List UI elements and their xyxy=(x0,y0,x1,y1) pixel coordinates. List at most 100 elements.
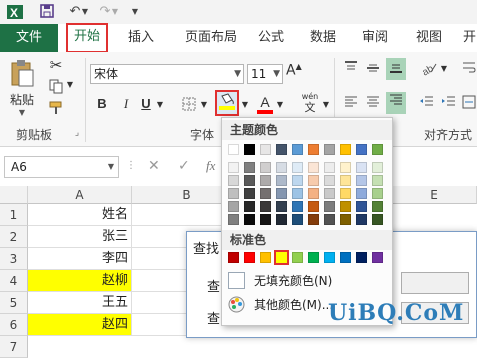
theme-color-swatch[interactable] xyxy=(276,144,287,155)
theme-color-shade-swatch[interactable] xyxy=(324,214,335,225)
theme-color-shade-swatch[interactable] xyxy=(276,201,287,212)
underline-button[interactable]: U xyxy=(138,96,154,116)
theme-color-shade-swatch[interactable] xyxy=(324,175,335,186)
merge-center-button[interactable] xyxy=(460,94,477,114)
theme-color-shade-swatch[interactable] xyxy=(292,175,303,186)
font-name-combo[interactable]: 宋体 ▼ xyxy=(90,64,244,84)
tab-formulas[interactable]: 公式 xyxy=(256,24,286,52)
theme-color-swatch[interactable] xyxy=(308,144,319,155)
theme-color-shade-swatch[interactable] xyxy=(292,162,303,173)
row-header[interactable]: 2 xyxy=(0,226,28,248)
cell-a1[interactable]: 姓名 xyxy=(28,204,132,226)
theme-color-shade-swatch[interactable] xyxy=(244,162,255,173)
theme-color-shade-swatch[interactable] xyxy=(356,162,367,173)
standard-color-swatch[interactable] xyxy=(324,252,335,263)
theme-color-shade-swatch[interactable] xyxy=(308,175,319,186)
theme-color-shade-swatch[interactable] xyxy=(228,175,239,186)
copy-icon[interactable] xyxy=(46,78,66,98)
theme-color-swatch[interactable] xyxy=(244,144,255,155)
save-icon[interactable] xyxy=(38,3,56,21)
standard-color-swatch[interactable] xyxy=(372,252,383,263)
paste-button[interactable]: 粘贴 ▼ xyxy=(6,58,38,118)
theme-color-shade-swatch[interactable] xyxy=(244,214,255,225)
theme-color-shade-swatch[interactable] xyxy=(324,162,335,173)
theme-color-shade-swatch[interactable] xyxy=(340,214,351,225)
tab-page-layout[interactable]: 页面布局 xyxy=(178,24,244,52)
theme-color-shade-swatch[interactable] xyxy=(340,201,351,212)
paste-dropdown-icon[interactable]: ▼ xyxy=(6,108,38,117)
chevron-down-icon[interactable]: ▼ xyxy=(108,157,114,177)
theme-color-shade-swatch[interactable] xyxy=(260,214,271,225)
theme-color-shade-swatch[interactable] xyxy=(260,175,271,186)
no-fill-menu-item[interactable]: 无填充颜色(N) xyxy=(224,270,390,292)
theme-color-swatch[interactable] xyxy=(228,144,239,155)
cell-a2[interactable]: 张三 xyxy=(28,226,132,248)
orientation-button[interactable]: ab xyxy=(418,60,440,80)
cut-icon[interactable]: ✂ xyxy=(46,56,66,76)
row-header[interactable]: 1 xyxy=(0,204,28,226)
theme-color-shade-swatch[interactable] xyxy=(276,188,287,199)
tab-view[interactable]: 视图 xyxy=(414,24,444,52)
column-header-a[interactable]: A xyxy=(28,186,132,204)
theme-color-shade-swatch[interactable] xyxy=(308,201,319,212)
dialog-button[interactable] xyxy=(401,272,469,294)
theme-color-shade-swatch[interactable] xyxy=(260,188,271,199)
standard-color-swatch-selected[interactable] xyxy=(274,250,289,265)
tab-review[interactable]: 审阅 xyxy=(360,24,390,52)
chevron-down-icon[interactable]: ▼ xyxy=(234,65,241,83)
theme-color-shade-swatch[interactable] xyxy=(308,162,319,173)
theme-color-shade-swatch[interactable] xyxy=(340,162,351,173)
theme-color-shade-swatch[interactable] xyxy=(244,201,255,212)
phonetic-guide-button[interactable]: wén 文 xyxy=(298,92,322,116)
wrap-text-button[interactable] xyxy=(460,60,477,80)
theme-color-shade-swatch[interactable] xyxy=(372,162,383,173)
tab-file[interactable]: 文件 xyxy=(0,24,58,52)
theme-color-shade-swatch[interactable] xyxy=(356,188,367,199)
top-align-button[interactable] xyxy=(342,60,360,80)
theme-color-swatch[interactable] xyxy=(340,144,351,155)
standard-color-swatch[interactable] xyxy=(228,252,239,263)
theme-color-swatch[interactable] xyxy=(260,144,271,155)
theme-color-shade-swatch[interactable] xyxy=(292,188,303,199)
standard-color-swatch[interactable] xyxy=(308,252,319,263)
italic-button[interactable]: I xyxy=(118,96,134,116)
decrease-indent-button[interactable] xyxy=(418,94,436,114)
theme-color-shade-swatch[interactable] xyxy=(260,201,271,212)
theme-color-shade-swatch[interactable] xyxy=(292,201,303,212)
redo-dropdown-icon[interactable]: ▼ xyxy=(110,3,120,21)
column-header-e[interactable]: E xyxy=(392,186,477,204)
theme-color-shade-swatch[interactable] xyxy=(356,214,367,225)
font-color-button[interactable]: A xyxy=(256,94,274,116)
format-painter-icon[interactable] xyxy=(46,100,66,120)
increase-font-size-button[interactable]: A▲ xyxy=(286,62,302,82)
theme-color-swatch[interactable] xyxy=(372,144,383,155)
increase-indent-button[interactable] xyxy=(440,94,458,114)
tab-insert[interactable]: 插入 xyxy=(124,24,158,52)
row-header[interactable]: 3 xyxy=(0,248,28,270)
theme-color-shade-swatch[interactable] xyxy=(340,188,351,199)
bottom-align-button[interactable] xyxy=(386,58,406,80)
cell-a5[interactable]: 王五 xyxy=(28,292,132,314)
theme-color-shade-swatch[interactable] xyxy=(228,214,239,225)
cell-a6[interactable]: 赵四 xyxy=(28,314,132,336)
standard-color-swatch[interactable] xyxy=(292,252,303,263)
theme-color-shade-swatch[interactable] xyxy=(372,188,383,199)
fill-color-dropdown-icon[interactable]: ▼ xyxy=(241,100,249,109)
row-header[interactable]: 5 xyxy=(0,292,28,314)
font-size-combo[interactable]: 11 ▼ xyxy=(247,64,283,84)
theme-color-shade-swatch[interactable] xyxy=(276,214,287,225)
theme-color-shade-swatch[interactable] xyxy=(308,188,319,199)
theme-color-shade-swatch[interactable] xyxy=(292,214,303,225)
theme-color-shade-swatch[interactable] xyxy=(372,175,383,186)
theme-color-swatch[interactable] xyxy=(356,144,367,155)
theme-color-shade-swatch[interactable] xyxy=(228,162,239,173)
row-header[interactable]: 4 xyxy=(0,270,28,292)
undo-dropdown-icon[interactable]: ▼ xyxy=(80,3,90,21)
insert-function-icon[interactable]: fx xyxy=(206,158,215,174)
fill-color-button[interactable] xyxy=(215,90,239,116)
bold-button[interactable]: B xyxy=(94,96,110,116)
phonetic-guide-dropdown-icon[interactable]: ▼ xyxy=(322,100,330,109)
tab-home[interactable]: 开始 xyxy=(66,23,108,53)
cell-a4[interactable]: 赵柳 xyxy=(28,270,132,292)
standard-color-swatch[interactable] xyxy=(260,252,271,263)
